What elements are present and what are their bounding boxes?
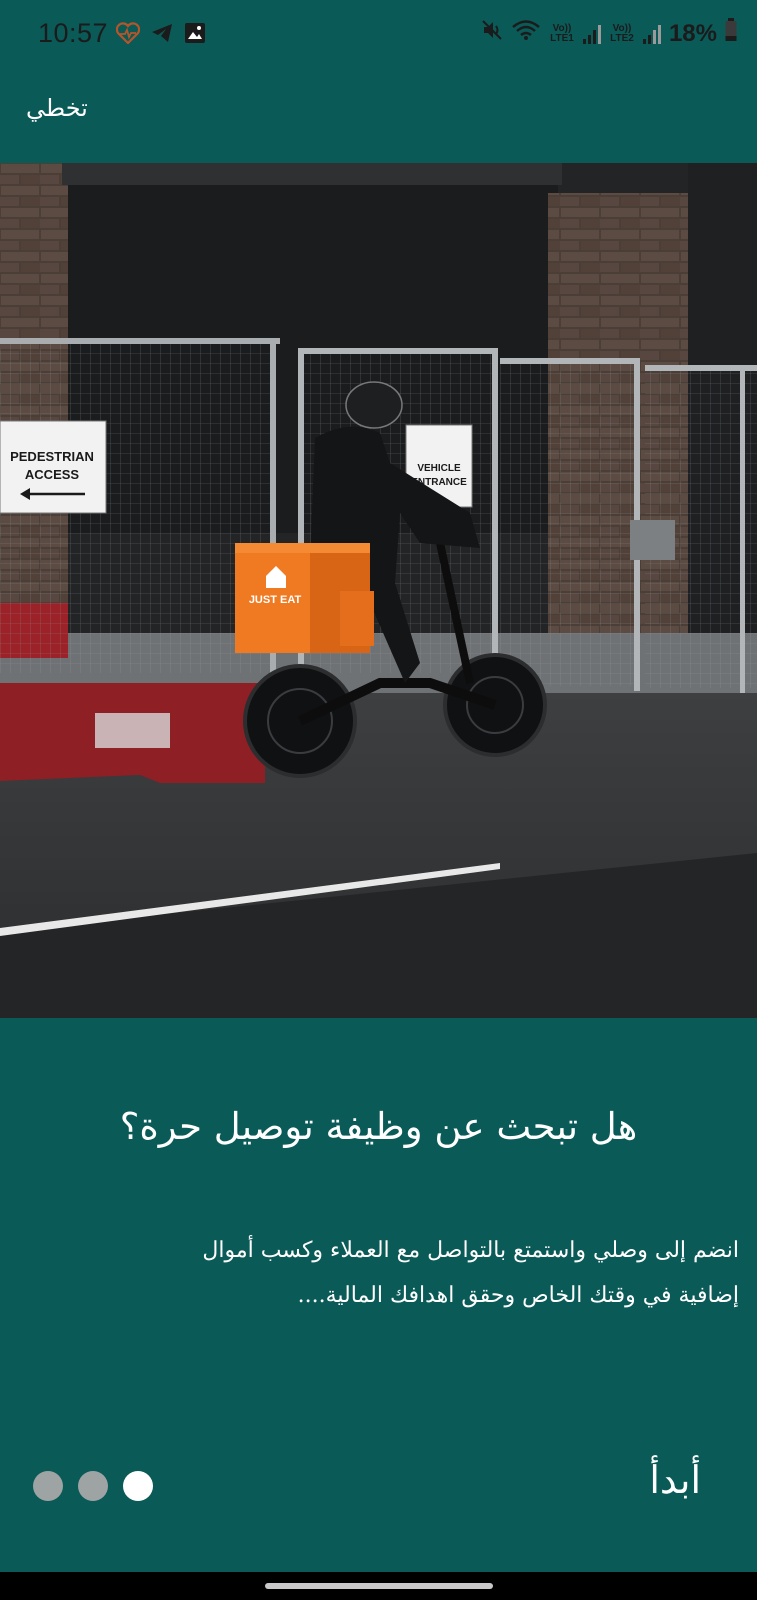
onboarding-headline: هل تبحث عن وظيفة توصيل حرة؟ [119, 1105, 638, 1148]
page-indicator [33, 1471, 153, 1501]
status-time: 10:57 [38, 18, 109, 48]
battery-icon [725, 18, 737, 49]
system-navigation-bar [0, 1572, 757, 1600]
description-line-2: إضافية في وقتك الخاص وحقق اهدافك المالية… [297, 1283, 739, 1308]
system-status: Vo)) LTE1 Vo)) LTE2 18% [481, 18, 737, 49]
hero-image: PEDESTRIAN ACCESS VEHICLE ENTRANCE JUST … [0, 163, 757, 1018]
sign-pedestrian-line1: PEDESTRIAN [10, 449, 94, 464]
onboarding-screen: 10:57 Vo)) LTE1 Vo)) LTE2 18% تخطي PEDES… [0, 0, 757, 1600]
sim1-label: Vo)) LTE1 [550, 22, 574, 44]
page-dot-3-active[interactable] [123, 1471, 153, 1501]
description-line-1: انضم إلى وصلي واستمتع بالتواصل مع العملا… [202, 1238, 739, 1263]
page-dot-2[interactable] [78, 1471, 108, 1501]
status-bar: 10:57 Vo)) LTE1 Vo)) LTE2 18% [0, 0, 757, 72]
signal-icon-2 [642, 24, 661, 44]
battery-percentage: 18% [668, 19, 717, 47]
start-button[interactable]: أبدأ [649, 1458, 701, 1502]
sim2-label: Vo)) LTE2 [610, 22, 634, 44]
delivery-rider-photo: PEDESTRIAN ACCESS VEHICLE ENTRANCE JUST … [0, 163, 757, 1018]
onboarding-description: انضم إلى وصلي واستمتع بالتواصل مع العملا… [39, 1228, 739, 1318]
sign-pedestrian-line2: ACCESS [25, 467, 80, 482]
app-bar: تخطي [0, 72, 757, 162]
signal-icon [582, 24, 601, 44]
skip-button[interactable]: تخطي [26, 94, 88, 122]
telegram-icon [150, 22, 174, 49]
bag-logo-text: JUST EAT [249, 594, 302, 606]
wifi-icon [511, 19, 541, 48]
gallery-icon [184, 22, 206, 49]
page-dot-1[interactable] [33, 1471, 63, 1501]
notification-icons [115, 22, 206, 49]
heart-rate-icon [115, 22, 141, 49]
home-gesture-handle[interactable] [265, 1583, 493, 1589]
sign-vehicle-line1: VEHICLE [417, 463, 461, 474]
mute-icon [481, 19, 503, 48]
